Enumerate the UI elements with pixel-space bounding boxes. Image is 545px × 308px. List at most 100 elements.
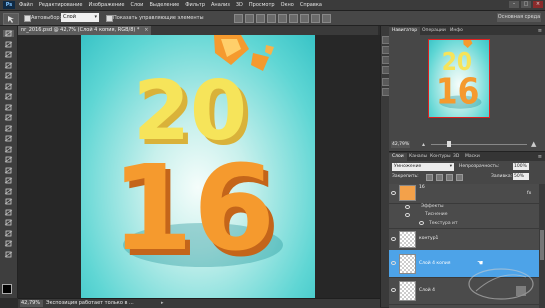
align-right-button[interactable] bbox=[289, 14, 298, 23]
layers-scrollbar-thumb[interactable] bbox=[540, 230, 544, 260]
menu-item-10[interactable]: Справка bbox=[300, 0, 322, 10]
zoom-field[interactable]: 42,79% bbox=[20, 300, 43, 307]
autoselect-dropdown[interactable]: Слой bbox=[61, 13, 99, 22]
navigator-menu-button[interactable]: ≡ bbox=[538, 27, 542, 35]
3d-rotate-tool-icon[interactable] bbox=[3, 219, 14, 226]
layer-thumbnail bbox=[399, 254, 416, 274]
visibility-eye-icon[interactable] bbox=[391, 261, 396, 265]
align-left-button[interactable] bbox=[267, 14, 276, 23]
gradient-tool-icon[interactable] bbox=[3, 146, 14, 153]
color-swatches[interactable] bbox=[2, 284, 16, 298]
maximize-button[interactable]: □ bbox=[521, 1, 531, 8]
blend-mode-dropdown[interactable]: Умножение bbox=[392, 163, 454, 171]
zoom-tool-icon[interactable] bbox=[3, 251, 14, 258]
distribute-bottom-button[interactable] bbox=[322, 14, 331, 23]
tab-history[interactable]: Операции bbox=[419, 27, 449, 35]
effects-eye-icon[interactable] bbox=[405, 205, 410, 209]
navigator-thumbnail[interactable]: 16 20 bbox=[428, 39, 490, 118]
clone-stamp-tool-icon[interactable] bbox=[3, 114, 14, 121]
move-tool-icon[interactable] bbox=[3, 30, 14, 37]
crop-tool-icon[interactable] bbox=[3, 72, 14, 79]
texture-eye-icon[interactable] bbox=[419, 221, 424, 225]
effect-emboss-row[interactable]: Тиснение bbox=[389, 211, 539, 219]
marquee-tool-icon[interactable] bbox=[3, 41, 14, 48]
foreground-color[interactable] bbox=[2, 284, 12, 294]
menu-item-7[interactable]: 3D bbox=[236, 0, 243, 10]
layer-name: Слой 4 копия bbox=[419, 261, 451, 266]
lock-pixels-icon[interactable] bbox=[436, 174, 443, 181]
opacity-field[interactable]: 100% bbox=[513, 163, 529, 170]
minimize-button[interactable]: – bbox=[509, 1, 519, 8]
menu-item-0[interactable]: Файл bbox=[19, 0, 33, 10]
visibility-eye-icon[interactable] bbox=[391, 191, 396, 195]
menu-item-6[interactable]: Анализ bbox=[211, 0, 230, 10]
close-window-button[interactable]: × bbox=[533, 1, 543, 8]
layer-row-16[interactable]: 16 fx bbox=[389, 184, 539, 204]
eyedropper-tool-icon[interactable] bbox=[3, 83, 14, 90]
history-brush-tool-icon[interactable] bbox=[3, 125, 14, 132]
align-center-button[interactable] bbox=[278, 14, 287, 23]
tab-3d[interactable]: 3D bbox=[450, 153, 462, 161]
3d-camera-tool-icon[interactable] bbox=[3, 230, 14, 237]
tab-masks[interactable]: Маски bbox=[462, 153, 483, 161]
menu-item-5[interactable]: Фильтр bbox=[185, 0, 205, 10]
type-tool-icon[interactable] bbox=[3, 188, 14, 195]
document-tab-label: nr_2016.psd @ 42,7% (Слой 4 копия, RGB/8… bbox=[21, 27, 140, 33]
tab-layers[interactable]: Слои bbox=[389, 153, 407, 161]
spot-heal-tool-icon[interactable] bbox=[3, 93, 14, 100]
shape-tool-icon[interactable] bbox=[3, 209, 14, 216]
emboss-eye-icon[interactable] bbox=[405, 213, 410, 217]
close-document-button[interactable]: × bbox=[144, 26, 148, 35]
lasso-tool-icon[interactable] bbox=[3, 51, 14, 58]
layers-menu-button[interactable]: ≡ bbox=[538, 153, 542, 161]
navigator-panel: Навигатор Операции Инфо ≡ 16 20 42,79% ▴… bbox=[389, 26, 545, 151]
menu-item-8[interactable]: Просмотр bbox=[249, 0, 275, 10]
tool-preset-picker[interactable] bbox=[3, 13, 19, 25]
distribute-top-button[interactable] bbox=[300, 14, 309, 23]
menu-item-3[interactable]: Слои bbox=[130, 0, 143, 10]
photoshop-logo[interactable]: Ps bbox=[3, 1, 15, 9]
lock-position-icon[interactable] bbox=[446, 174, 453, 181]
menu-item-4[interactable]: Выделение bbox=[149, 0, 179, 10]
visibility-eye-icon[interactable] bbox=[391, 237, 396, 241]
tab-navigator[interactable]: Навигатор bbox=[389, 27, 421, 35]
dodge-tool-icon[interactable] bbox=[3, 167, 14, 174]
workspace-switcher[interactable]: Основная среда bbox=[497, 13, 541, 22]
effects-row[interactable]: Эффекты bbox=[389, 203, 539, 211]
menu-item-9[interactable]: Окно bbox=[281, 0, 294, 10]
zoom-out-icon[interactable]: ▴ bbox=[422, 141, 425, 148]
menu-bar: Ps Файл Редактирование Изображение Слои Выде… bbox=[0, 0, 545, 11]
eraser-tool-icon[interactable] bbox=[3, 135, 14, 142]
align-middle-button[interactable] bbox=[245, 14, 254, 23]
zoom-in-icon[interactable]: ▲ bbox=[531, 141, 536, 148]
layer-row-contour1[interactable]: контур1 bbox=[389, 228, 539, 251]
brush-tool-icon[interactable] bbox=[3, 104, 14, 111]
options-bar: Автовыбор: Слой Показать управляющие эле… bbox=[0, 11, 545, 26]
navigator-zoom-field[interactable]: 42,79% bbox=[391, 141, 410, 148]
visibility-eye-icon[interactable] bbox=[391, 288, 396, 292]
quick-select-tool-icon[interactable] bbox=[3, 62, 14, 69]
document-tab[interactable]: nr_2016.psd @ 42,7% (Слой 4 копия, RGB/8… bbox=[18, 26, 152, 35]
align-bottom-button[interactable] bbox=[256, 14, 265, 23]
show-controls-checkbox[interactable] bbox=[106, 15, 113, 22]
document-canvas[interactable]: 16 16 20 20 bbox=[81, 35, 315, 298]
navigator-view-box[interactable] bbox=[428, 39, 490, 118]
zoom-slider[interactable] bbox=[431, 144, 527, 145]
autoselect-label: Автовыбор: bbox=[31, 15, 62, 21]
pen-tool-icon[interactable] bbox=[3, 177, 14, 184]
blur-tool-icon[interactable] bbox=[3, 156, 14, 163]
menu-item-2[interactable]: Изображение bbox=[88, 0, 124, 10]
hand-tool-icon[interactable] bbox=[3, 240, 14, 247]
layer-thumbnail bbox=[399, 231, 416, 248]
autoselect-checkbox[interactable] bbox=[24, 15, 31, 22]
menu-item-1[interactable]: Редактирование bbox=[39, 0, 83, 10]
distribute-middle-button[interactable] bbox=[311, 14, 320, 23]
tab-info[interactable]: Инфо bbox=[447, 27, 466, 35]
path-select-tool-icon[interactable] bbox=[3, 198, 14, 205]
zoom-slider-handle[interactable] bbox=[447, 141, 451, 147]
layers-scrollbar[interactable] bbox=[539, 184, 545, 308]
fill-field[interactable]: 50% bbox=[513, 173, 529, 180]
lock-all-icon[interactable] bbox=[456, 174, 463, 181]
align-top-button[interactable] bbox=[234, 14, 243, 23]
lock-transparency-icon[interactable] bbox=[426, 174, 433, 181]
